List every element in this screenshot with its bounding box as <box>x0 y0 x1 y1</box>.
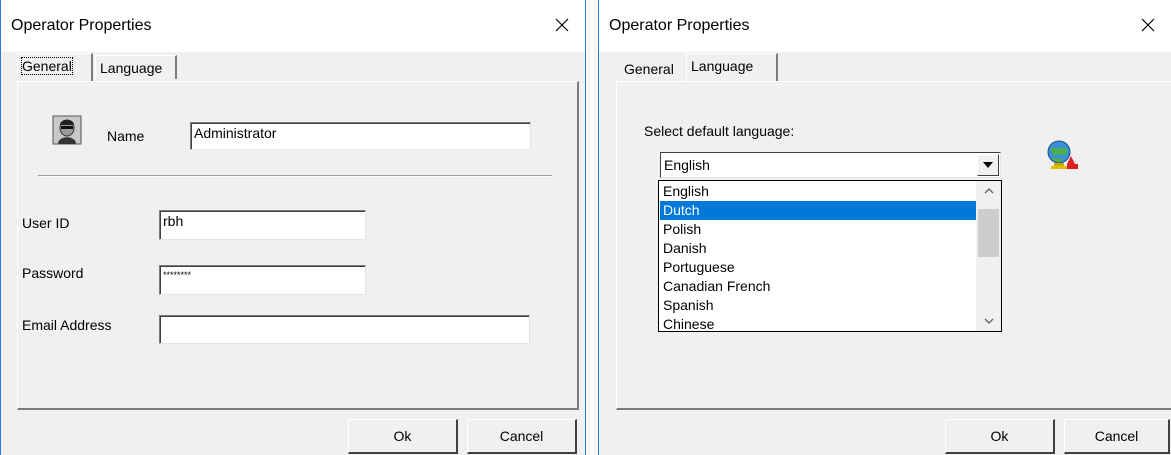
tab-language-label: Language <box>100 60 163 76</box>
tab-general[interactable]: General <box>17 53 93 81</box>
cancel-button[interactable]: Cancel <box>467 419 577 454</box>
scroll-up-icon <box>984 188 993 194</box>
language-option[interactable]: Canadian French <box>660 277 976 296</box>
user-id-label: User ID <box>22 215 70 231</box>
user-id-field[interactable]: rbh <box>159 210 366 240</box>
language-option[interactable]: English <box>660 182 976 201</box>
cancel-button-label: Cancel <box>499 428 544 444</box>
scroll-down-icon <box>984 318 993 324</box>
email-address-label: Email Address <box>22 317 112 333</box>
ok-button[interactable]: Ok <box>348 419 458 454</box>
ok-button-label: Ok <box>990 428 1009 444</box>
name-field[interactable]: Administrator <box>190 122 531 150</box>
scroll-up-button[interactable] <box>976 181 1001 201</box>
operator-properties-dialog-general: Operator Properties General Language Nam… <box>0 0 586 455</box>
language-option-selected[interactable]: Dutch <box>660 201 976 220</box>
dropdown-arrow-icon <box>983 162 993 168</box>
close-button[interactable] <box>1133 10 1163 40</box>
cancel-button[interactable]: Cancel <box>1064 419 1170 454</box>
password-field[interactable]: ******** <box>159 265 366 295</box>
user-avatar-icon <box>52 115 82 145</box>
language-dropdown-list[interactable]: English Dutch Polish Danish Portuguese C… <box>658 180 1002 332</box>
name-label: Name <box>107 128 145 144</box>
dialog-title: Operator Properties <box>11 17 152 34</box>
combobox-selected-value: English <box>664 157 710 173</box>
tab-language[interactable]: Language <box>686 53 778 81</box>
close-button[interactable] <box>547 10 577 40</box>
tab-general-label: General <box>21 57 73 75</box>
language-option[interactable]: Spanish <box>660 296 976 315</box>
language-option[interactable]: Polish <box>660 220 976 239</box>
tab-general-label: General <box>624 61 674 77</box>
title-bar: Operator Properties <box>599 0 1171 52</box>
scroll-down-button[interactable] <box>976 311 1001 331</box>
tab-language[interactable]: Language <box>95 55 177 79</box>
close-icon <box>555 18 569 32</box>
email-address-field[interactable] <box>159 315 530 344</box>
separator <box>38 175 552 177</box>
title-bar: Operator Properties <box>1 0 585 52</box>
tab-general[interactable]: General <box>620 57 686 81</box>
language-option[interactable]: Danish <box>660 239 976 258</box>
ok-button-label: Ok <box>393 428 412 444</box>
dropdown-scrollbar[interactable] <box>976 181 1001 331</box>
general-tab-panel: Name Administrator User ID rbh Password … <box>17 81 579 410</box>
globe-language-icon <box>1047 140 1078 169</box>
dialog-title: Operator Properties <box>609 17 750 34</box>
combobox-dropdown-button[interactable] <box>977 154 999 176</box>
language-option[interactable]: Chinese <box>660 315 976 331</box>
ok-button[interactable]: Ok <box>945 419 1055 454</box>
tab-language-label: Language <box>691 58 754 74</box>
default-language-combobox[interactable]: English <box>660 152 1001 178</box>
select-default-language-label: Select default language: <box>644 123 795 139</box>
close-icon <box>1141 18 1155 32</box>
cancel-button-label: Cancel <box>1094 428 1139 444</box>
scrollbar-thumb[interactable] <box>978 209 999 257</box>
password-label: Password <box>22 265 84 281</box>
language-option[interactable]: Portuguese <box>660 258 976 277</box>
